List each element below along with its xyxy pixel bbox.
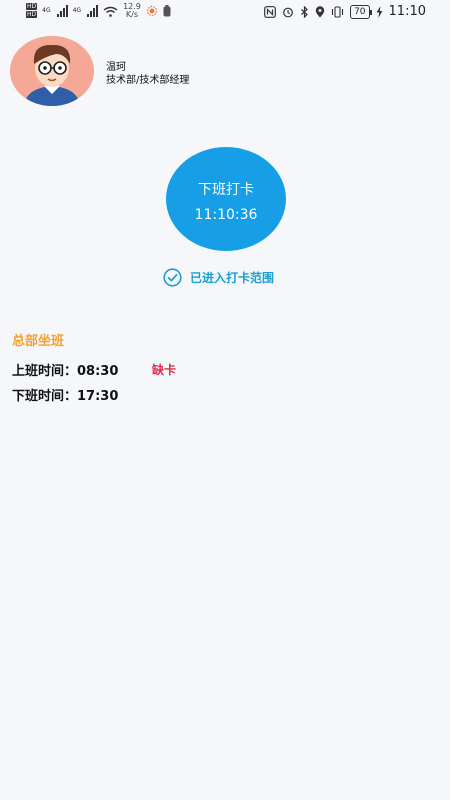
status-bar: HD HD 4G 4G 12.9 K/s 70 11:10 <box>0 0 450 26</box>
punch-time: 11:10:36 <box>194 207 258 223</box>
hd-indicator-icon: HD HD <box>26 3 38 18</box>
network-speed: 12.9 K/s <box>123 3 141 19</box>
charging-icon <box>376 5 383 18</box>
network-type-icon-2: 4G <box>72 7 82 14</box>
location-icon <box>315 5 325 17</box>
alarm-icon <box>283 7 293 17</box>
vibrate-icon <box>332 5 344 18</box>
clock-out-label: 下班时间： <box>12 389 78 404</box>
status-bar-left: HD HD 4G 4G 12.9 K/s <box>26 3 171 19</box>
punch-label: 下班打卡 <box>198 182 254 198</box>
check-circle-icon <box>163 268 182 287</box>
network-speed-unit: K/s <box>125 10 139 19</box>
network-type-icon: 4G <box>42 7 51 14</box>
clock-in-time: 08:30 <box>77 364 119 379</box>
clock-out-button[interactable]: 下班打卡 11:10:36 <box>166 147 286 251</box>
notification-app-icon <box>163 5 171 17</box>
user-department: 技术部/技术部经理 <box>106 75 190 86</box>
clock-in-label: 上班时间： <box>12 364 78 379</box>
avatar[interactable] <box>10 36 94 106</box>
schedule-title: 总部坐班 <box>12 334 65 349</box>
clock-in-row: 上班时间：08:30 <box>12 360 118 379</box>
battery-level: 70 <box>350 4 373 19</box>
range-status: 已进入打卡范围 <box>163 268 274 287</box>
clock-out-time: 17:30 <box>77 389 119 404</box>
clock: 11:10 <box>388 4 426 19</box>
wifi-icon <box>103 6 118 17</box>
signal-strength-icon <box>56 5 68 17</box>
nfc-icon <box>264 5 276 18</box>
bluetooth-icon <box>301 5 308 18</box>
missing-status-badge: 缺卡 <box>152 363 177 377</box>
clock-out-row: 下班时间：17:30 <box>12 385 118 404</box>
avatar-illustration <box>10 36 94 106</box>
flower-icon <box>146 5 157 17</box>
status-bar-right: 70 11:10 <box>264 4 426 19</box>
range-status-text: 已进入打卡范围 <box>190 271 275 285</box>
signal-strength-icon-2 <box>87 5 99 17</box>
